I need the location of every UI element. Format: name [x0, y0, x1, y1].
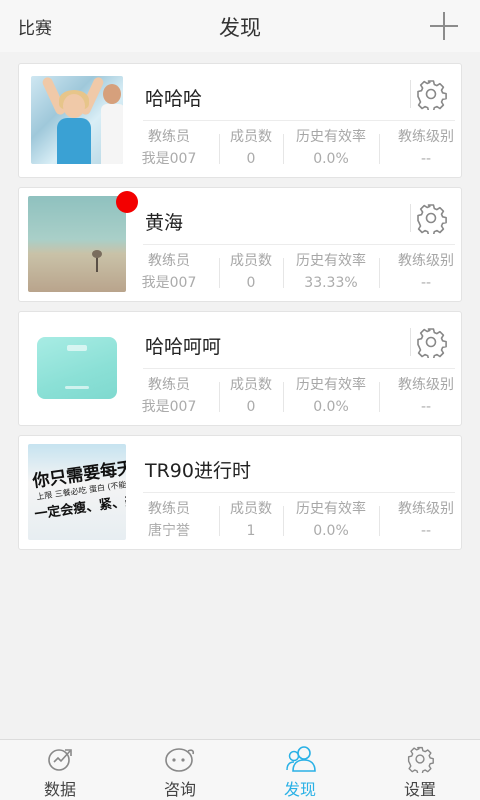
- coach-value: 我是007: [141, 275, 197, 291]
- people-icon: [286, 746, 316, 772]
- group-list: 哈哈哈 教练员 我是007 成员数 0 历史有效率 0.0% 教练级别 -- 黄…: [18, 63, 462, 559]
- group-thumbnail: [31, 324, 123, 412]
- group-stats: 教练员 我是007 成员数 0 历史有效率 0.0% 教练级别 --: [131, 374, 459, 420]
- level-value: --: [420, 275, 432, 291]
- divider: [410, 204, 411, 232]
- stat-efficiency: 历史有效率 0.0%: [283, 498, 379, 544]
- coach-value: 我是007: [141, 151, 197, 167]
- stat-efficiency: 历史有效率 0.0%: [283, 374, 379, 420]
- stat-members: 成员数 0: [219, 250, 283, 296]
- chat-face-icon: [165, 748, 195, 772]
- group-name: TR90进行时: [145, 460, 251, 482]
- stat-efficiency: 历史有效率 0.0%: [283, 126, 379, 172]
- efficiency-value: 33.33%: [304, 275, 358, 291]
- gear-icon: [407, 746, 434, 773]
- divider: [143, 492, 455, 493]
- divider: [410, 80, 411, 108]
- group-card[interactable]: 黄海 教练员 我是007 成员数 0 历史有效率 33.33% 教练级别 --: [18, 187, 462, 302]
- stat-level: 教练级别 --: [379, 374, 473, 420]
- tab-discover[interactable]: 发现: [240, 740, 360, 800]
- stat-coach: 教练员 我是007: [131, 250, 207, 296]
- tab-data[interactable]: 数据: [0, 740, 120, 800]
- gear-icon[interactable]: [415, 202, 447, 234]
- group-thumbnail: [28, 196, 126, 292]
- tab-settings[interactable]: 设置: [360, 740, 480, 800]
- group-thumbnail: 你只需要每天 上限 三餐必吃 蛋白 (不能运动) 一定会瘦、紧、美!: [28, 444, 126, 540]
- members-value: 0: [246, 151, 256, 167]
- stat-level: 教练级别 --: [379, 250, 473, 296]
- level-value: --: [420, 399, 432, 415]
- stat-members: 成员数 0: [219, 374, 283, 420]
- unread-badge: [116, 191, 138, 213]
- page-title: 发现: [219, 16, 261, 40]
- bottom-tab-bar: 数据 咨询 发现 设置: [0, 739, 480, 800]
- tab-consult[interactable]: 咨询: [120, 740, 240, 800]
- group-name: 哈哈呵呵: [145, 336, 222, 358]
- stat-level: 教练级别 --: [379, 126, 473, 172]
- stat-coach: 教练员 我是007: [131, 374, 207, 420]
- chart-data-icon: [48, 749, 72, 771]
- group-name: 黄海: [145, 212, 184, 234]
- stat-coach: 教练员 我是007: [131, 126, 207, 172]
- gear-icon[interactable]: [415, 78, 447, 110]
- stat-level: 教练级别 --: [379, 498, 473, 544]
- tab-label: 咨询: [163, 780, 196, 799]
- group-thumbnail: [31, 76, 123, 164]
- members-value: 1: [246, 523, 256, 539]
- plus-icon[interactable]: [430, 12, 458, 40]
- tab-label: 发现: [283, 780, 316, 799]
- group-card[interactable]: 哈哈哈 教练员 我是007 成员数 0 历史有效率 0.0% 教练级别 --: [18, 63, 462, 178]
- top-bar: 比赛 发现: [0, 0, 480, 52]
- coach-value: 我是007: [141, 399, 197, 415]
- level-value: --: [420, 151, 432, 167]
- level-value: --: [420, 523, 432, 539]
- group-stats: 教练员 我是007 成员数 0 历史有效率 0.0% 教练级别 --: [131, 126, 459, 172]
- divider: [143, 368, 455, 369]
- members-value: 0: [246, 275, 256, 291]
- group-stats: 教练员 唐宁誉 成员数 1 历史有效率 0.0% 教练级别 --: [131, 498, 459, 544]
- efficiency-value: 0.0%: [313, 399, 349, 415]
- efficiency-value: 0.0%: [313, 523, 349, 539]
- tab-label: 数据: [43, 780, 76, 799]
- divider: [410, 328, 411, 356]
- efficiency-value: 0.0%: [313, 151, 349, 167]
- divider: [143, 244, 455, 245]
- group-card[interactable]: 你只需要每天 上限 三餐必吃 蛋白 (不能运动) 一定会瘦、紧、美! TR90进…: [18, 435, 462, 550]
- divider: [143, 120, 455, 121]
- group-name: 哈哈哈: [145, 88, 203, 110]
- gear-icon[interactable]: [415, 326, 447, 358]
- group-stats: 教练员 我是007 成员数 0 历史有效率 33.33% 教练级别 --: [131, 250, 459, 296]
- stat-members: 成员数 0: [219, 126, 283, 172]
- stat-coach: 教练员 唐宁誉: [131, 498, 207, 544]
- members-value: 0: [246, 399, 256, 415]
- stat-efficiency: 历史有效率 33.33%: [283, 250, 379, 296]
- tab-label: 设置: [403, 780, 436, 799]
- stat-members: 成员数 1: [219, 498, 283, 544]
- group-card[interactable]: 哈哈呵呵 教练员 我是007 成员数 0 历史有效率 0.0% 教练级别 --: [18, 311, 462, 426]
- coach-value: 唐宁誉: [148, 523, 190, 539]
